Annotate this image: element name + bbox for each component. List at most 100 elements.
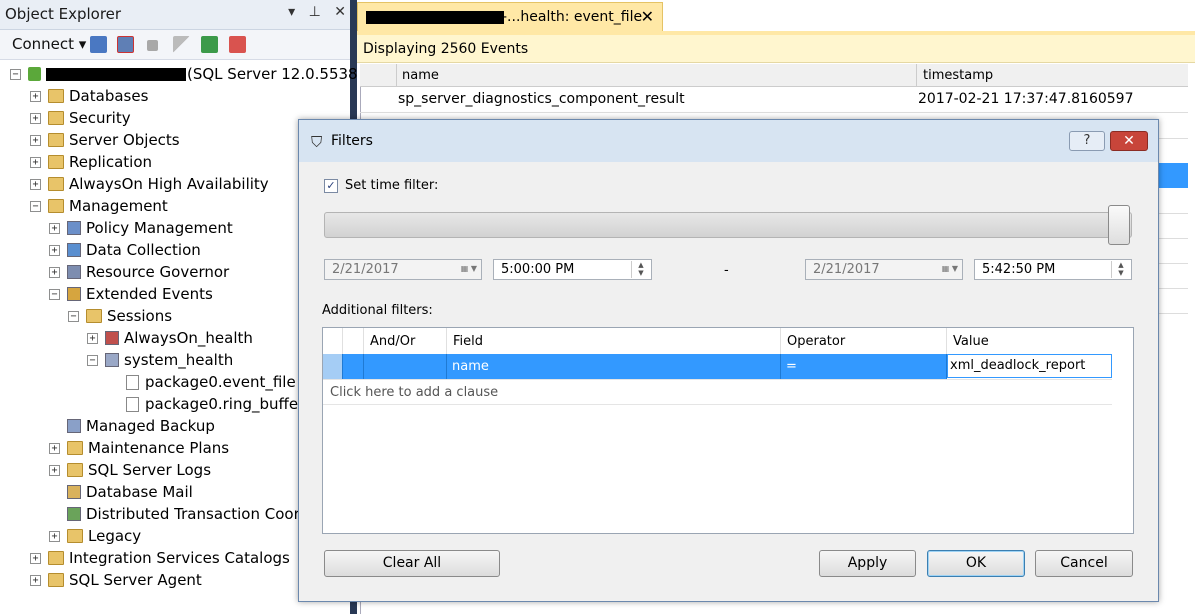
expand-icon[interactable]: + [49, 530, 60, 542]
cancel-button[interactable]: Cancel [1035, 550, 1133, 577]
tree-node[interactable]: + Maintenance Plans [49, 437, 229, 459]
expand-icon[interactable]: + [30, 156, 41, 168]
help-button[interactable]: ? [1069, 131, 1105, 151]
and-or-cell[interactable] [364, 354, 447, 379]
connect-object-icon[interactable] [90, 36, 107, 53]
tree-node[interactable]: + AlwaysOn High Availability [30, 173, 269, 195]
expand-icon[interactable]: + [30, 90, 41, 102]
object-explorer-toolbar: Connect ▾ [0, 30, 350, 60]
end-date-picker[interactable]: 2/21/2017 ▦ ▼ [805, 259, 963, 280]
expand-icon[interactable]: + [49, 464, 60, 476]
activity-monitor-icon[interactable] [229, 36, 246, 53]
tree-node[interactable]: + Replication [30, 151, 152, 173]
collapse-icon[interactable]: − [49, 288, 60, 300]
expand-icon[interactable]: + [49, 222, 60, 234]
selected-row-fragment[interactable] [1158, 163, 1188, 188]
table-row[interactable]: sp_server_diagnostics_component_result 2… [360, 87, 1188, 113]
expand-icon[interactable]: + [30, 574, 41, 586]
clear-all-button[interactable]: Clear All [324, 550, 500, 577]
stop-icon[interactable] [147, 40, 158, 51]
tree-node[interactable]: − system_health [87, 349, 233, 371]
close-button[interactable]: ✕ [1110, 131, 1148, 151]
tree-node[interactable]: package0.event_file [106, 371, 296, 393]
time-range-slider[interactable] [324, 212, 1132, 238]
expand-icon[interactable]: + [49, 442, 60, 454]
row-indicator[interactable] [343, 354, 364, 379]
tree-node-label: system_health [124, 351, 234, 369]
close-icon[interactable]: ✕ [334, 4, 346, 20]
expand-icon[interactable]: + [30, 552, 41, 564]
object-explorer-title: Object Explorer [5, 5, 122, 23]
tree-node-label: Management [69, 197, 168, 215]
tree-node[interactable]: + Integration Services Catalogs [30, 547, 290, 569]
refresh-icon[interactable] [201, 36, 218, 53]
tree-node[interactable]: + Legacy [49, 525, 141, 547]
tree-node[interactable]: − Management [30, 195, 168, 217]
column-header-name[interactable]: name [402, 68, 439, 83]
disconnect-icon[interactable] [117, 36, 134, 53]
expand-icon[interactable]: + [30, 112, 41, 124]
tree-node-label: Distributed Transaction Coordin [86, 505, 323, 523]
tree-node[interactable]: Managed Backup [49, 415, 215, 437]
target-file-icon [126, 374, 139, 390]
column-header-timestamp[interactable]: timestamp [923, 68, 993, 83]
tree-node[interactable]: + Security [30, 107, 131, 129]
start-time-field[interactable]: 5:00:00 PM ▲ ▼ [493, 259, 652, 280]
apply-button[interactable]: Apply [819, 550, 916, 577]
add-clause-row[interactable]: Click here to add a clause [323, 379, 1112, 405]
tree-node[interactable]: + Resource Governor [49, 261, 229, 283]
spinner-icon[interactable]: ▲ ▼ [631, 261, 650, 278]
tree-node[interactable]: Database Mail [49, 481, 193, 503]
expand-icon[interactable]: + [30, 178, 41, 190]
time-filter-checkbox[interactable]: ✓ [324, 179, 338, 193]
row-timestamp-cell: 2017-02-21 17:37:47.8160597 [918, 91, 1134, 107]
tree-node[interactable]: + Data Collection [49, 239, 201, 261]
connect-button[interactable]: Connect ▾ [12, 35, 86, 53]
tree-node[interactable]: − Sessions [68, 305, 172, 327]
tree-node-label: Security [69, 109, 131, 127]
column-header-and-or[interactable]: And/Or [364, 328, 447, 354]
tree-node[interactable]: package0.ring_buffer [106, 393, 304, 415]
operator-cell[interactable]: = [781, 354, 947, 379]
tab-event-file[interactable]: -...health: event_file ✕ [357, 2, 663, 31]
value-input[interactable]: xml_deadlock_report [947, 354, 1112, 378]
calendar-dropdown-icon[interactable]: ▦ ▼ [933, 261, 961, 278]
expand-icon[interactable]: + [30, 134, 41, 146]
tree-node[interactable]: Distributed Transaction Coordin [49, 503, 323, 525]
end-time-field[interactable]: 5:42:50 PM ▲ ▼ [974, 259, 1132, 280]
expand-icon[interactable]: + [87, 332, 98, 344]
slider-thumb[interactable] [1108, 205, 1130, 245]
spinner-icon[interactable]: ▲ ▼ [1111, 261, 1130, 278]
ok-button[interactable]: OK [927, 550, 1025, 577]
start-date-picker[interactable]: 2/21/2017 ▦ ▼ [324, 259, 482, 280]
dialog-title: Filters [331, 133, 373, 149]
field-cell[interactable]: name [447, 354, 781, 379]
tree-node[interactable]: + Databases [30, 85, 148, 107]
tree-node[interactable]: + Server Objects [30, 129, 180, 151]
filter-clauses-grid: And/Or Field Operator Value name = xml_d… [322, 327, 1134, 534]
collapse-icon[interactable]: − [87, 354, 98, 366]
row-selector[interactable] [323, 354, 343, 379]
tab-close-icon[interactable]: ✕ [641, 7, 654, 26]
end-date-value: 2/21/2017 [813, 262, 880, 277]
collapse-icon[interactable]: − [68, 310, 79, 322]
column-header-value[interactable]: Value [947, 328, 1133, 354]
expand-icon[interactable]: + [49, 266, 60, 278]
collapse-icon[interactable]: − [10, 68, 21, 80]
expand-icon[interactable]: + [49, 244, 60, 256]
tree-node[interactable]: + SQL Server Agent [30, 569, 202, 591]
calendar-dropdown-icon[interactable]: ▦ ▼ [452, 261, 480, 278]
column-header-operator[interactable]: Operator [781, 328, 947, 354]
tree-node[interactable]: + SQL Server Logs [49, 459, 211, 481]
server-node[interactable]: − (SQL Server 12.0.5538.0 - [10, 63, 382, 85]
tree-node[interactable]: + Policy Management [49, 217, 233, 239]
tree-node[interactable]: + AlwaysOn_health [87, 327, 253, 349]
collapse-icon[interactable]: − [30, 200, 41, 212]
dropdown-icon[interactable]: ▾ [288, 4, 295, 20]
filter-icon[interactable] [173, 36, 190, 53]
start-time-value: 5:00:00 PM [501, 262, 575, 277]
row-indicator-header [343, 328, 364, 354]
tree-node[interactable]: − Extended Events [49, 283, 213, 305]
pin-icon[interactable]: ⊥ [309, 4, 321, 20]
column-header-field[interactable]: Field [447, 328, 781, 354]
